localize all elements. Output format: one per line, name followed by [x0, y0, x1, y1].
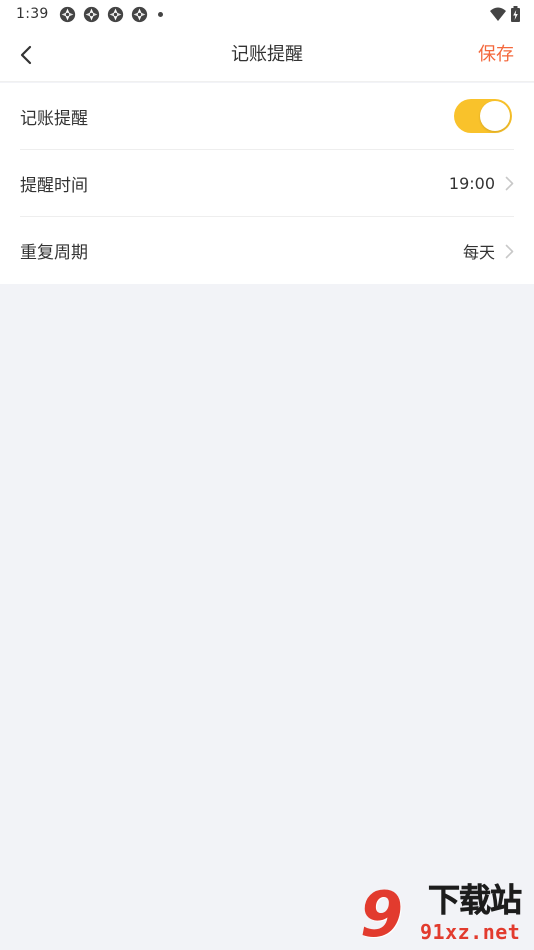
time-label: 提醒时间 [20, 175, 88, 196]
more-notifications-dot [157, 11, 163, 17]
status-time: 1:39 [16, 6, 49, 22]
time-value-group: 19:00 [449, 174, 514, 193]
status-left: 1:39 [16, 6, 163, 23]
app-notification-icon [83, 6, 99, 22]
battery-charging-icon [511, 6, 520, 22]
watermark-text-bottom: 91xz.net [420, 920, 521, 944]
repeat-label: 重复周期 [20, 243, 88, 263]
setting-row-time[interactable]: 提醒时间 19:00 [20, 150, 514, 217]
app-notification-icon [131, 6, 147, 22]
reminder-toggle[interactable] [454, 99, 512, 133]
toggle-knob [480, 101, 510, 131]
watermark-logo-mark: 9 [360, 878, 404, 950]
app-notification-icon [107, 6, 123, 22]
watermark-text-top: 下载站 [428, 881, 523, 919]
time-value: 19:00 [448, 173, 495, 193]
wifi-icon [490, 7, 506, 21]
nav-bar: 记账提醒 保存 [0, 28, 534, 82]
app-notification-icon [59, 6, 75, 22]
settings-list: 记账提醒 提醒时间 19:00 重复周期 每天 [0, 83, 534, 284]
setting-row-reminder: 记账提醒 [20, 83, 514, 150]
status-right [490, 6, 520, 22]
status-bar: 1:39 [0, 0, 534, 28]
chevron-right-icon [505, 244, 514, 258]
repeat-value-group: 每天 [463, 239, 514, 263]
setting-row-repeat[interactable]: 重复周期 每天 [20, 217, 514, 284]
chevron-right-icon [505, 176, 514, 191]
page-title: 记账提醒 [231, 44, 303, 65]
reminder-label: 记账提醒 [20, 108, 88, 129]
repeat-value: 每天 [462, 242, 495, 262]
site-watermark: 9 下载站 91xz.net [360, 882, 532, 948]
save-button[interactable]: 保存 [478, 28, 514, 82]
